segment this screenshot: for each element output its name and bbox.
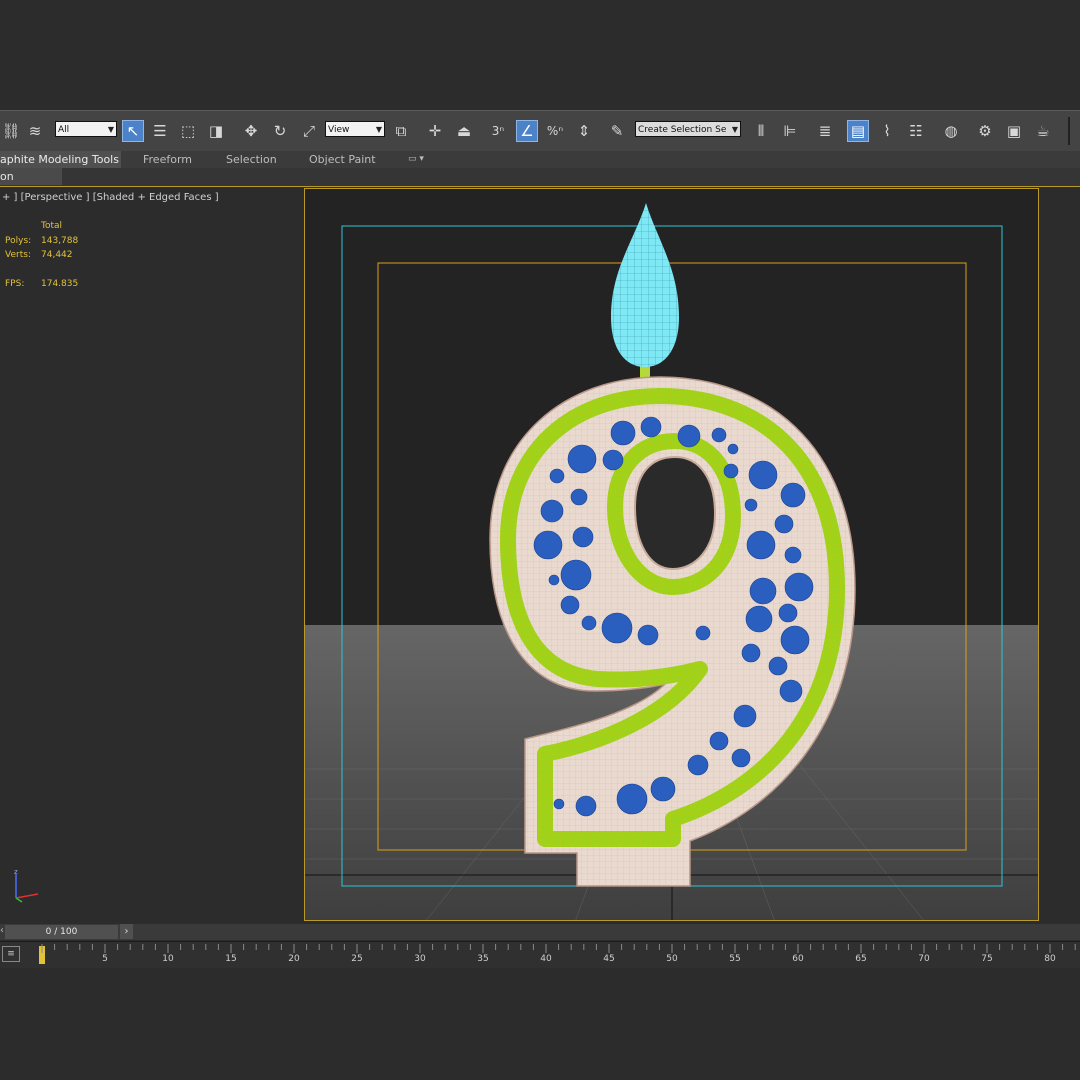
select-object-icon[interactable]: ↖ — [122, 120, 144, 142]
curve-editor-icon[interactable]: ⌇ — [876, 120, 898, 142]
stats-fps-label: FPS: — [5, 279, 25, 289]
select-scale-icon[interactable]: ⤢ — [298, 120, 320, 142]
render-setup-icon[interactable]: ⚙ — [974, 120, 996, 142]
render-production-icon[interactable]: ☕ — [1032, 120, 1054, 142]
chevron-right-icon[interactable]: › — [120, 924, 133, 939]
time-slider-track[interactable]: ‹ › — [0, 924, 1080, 940]
scene-explorer-icon[interactable]: ▤ — [847, 120, 869, 142]
layer-manager-icon[interactable]: ≣ — [814, 120, 836, 142]
stats-verts-value: 74,442 — [41, 250, 73, 260]
select-by-name-icon[interactable]: ☰ — [149, 120, 171, 142]
track-bar-label: 20 — [288, 954, 300, 964]
ribbon-subpanel-row — [0, 168, 1080, 187]
candle-nine-hole — [633, 455, 717, 571]
reference-coordinate-dropdown[interactable]: View ▼ — [325, 121, 385, 137]
axis-tripod-icon: z — [14, 868, 39, 903]
schematic-view-icon[interactable]: ☷ — [905, 120, 927, 142]
track-bar-label: 65 — [855, 954, 867, 964]
tab-graphite-modeling-tools[interactable]: aphite Modeling Tools — [0, 151, 121, 168]
tab-freeform[interactable]: Freeform — [143, 151, 192, 168]
track-bar-label: 25 — [351, 954, 363, 964]
polygon-modeling-button[interactable]: on Modeling — [0, 168, 62, 200]
pivot-center-icon[interactable]: ⧉ — [390, 120, 412, 142]
track-bar-label: 55 — [729, 954, 741, 964]
toolbar-divider — [1068, 117, 1070, 145]
tab-selection[interactable]: Selection — [226, 151, 277, 168]
track-bar-label: 80 — [1044, 954, 1056, 964]
edit-named-selection-icon[interactable]: ✎ — [606, 120, 628, 142]
percent-snap-label: % — [546, 124, 559, 138]
rectangular-selection-icon[interactable]: ⬚ — [177, 120, 199, 142]
tab-object-paint[interactable]: Object Paint — [309, 151, 376, 168]
ribbon-tab-bar: aphite Modeling Tools Freeform Selection… — [0, 151, 1080, 168]
select-manipulate-icon[interactable]: ✛ — [424, 120, 446, 142]
chevron-down-icon: ▼ — [375, 125, 382, 134]
track-bar-ticks — [41, 944, 1076, 953]
stats-total-label: Total — [41, 221, 63, 231]
select-move-icon[interactable]: ✥ — [240, 120, 262, 142]
chevron-left-icon[interactable]: ‹ — [0, 925, 4, 936]
spinner-snap-icon[interactable]: ⇕ — [573, 120, 595, 142]
stats-verts-label: Verts: — [5, 250, 31, 260]
bind-space-warp-icon[interactable]: ≋ — [24, 120, 46, 142]
track-bar-label: 10 — [162, 954, 174, 964]
track-bar-label: 45 — [603, 954, 615, 964]
ribbon-options-icon[interactable]: ▭ ▾ — [408, 151, 424, 168]
track-bar[interactable]: ≡ 5 10 15 20 25 30 35 40 45 50 55 60 65 70 75 80 — [0, 941, 1080, 968]
time-slider-thumb[interactable]: 0 / 100 — [5, 925, 118, 939]
selection-filter-dropdown[interactable]: All ▼ — [55, 121, 117, 137]
track-bar-label: 75 — [981, 954, 993, 964]
track-bar-label: 35 — [477, 954, 489, 964]
select-rotate-icon[interactable]: ↻ — [269, 120, 291, 142]
stats-polys-value: 143,788 — [41, 236, 79, 246]
named-selection-set-value: Create Selection Se — [638, 125, 727, 135]
angle-snap-icon[interactable]: ∠ — [516, 120, 538, 142]
viewport-label[interactable]: + ] [Perspective ] [Shaded + Edged Faces… — [2, 192, 219, 203]
track-bar-label: 50 — [666, 954, 678, 964]
axis-z-label: z — [14, 868, 18, 876]
material-editor-icon[interactable]: ◍ — [940, 120, 962, 142]
reference-coordinate-value: View — [328, 125, 350, 135]
track-bar-label: 40 — [540, 954, 552, 964]
track-bar-label: 60 — [792, 954, 804, 964]
mirror-icon[interactable]: ⫴ — [750, 120, 772, 142]
chevron-down-icon: ▼ — [731, 125, 738, 134]
track-bar-label: 70 — [918, 954, 930, 964]
stats-polys-label: Polys: — [5, 236, 32, 246]
percent-snap-icon[interactable]: % ⁿ — [544, 120, 566, 142]
window-crossing-icon[interactable]: ◨ — [205, 120, 227, 142]
render-region[interactable] — [304, 188, 1039, 921]
snaps-toggle-label: 3 — [491, 124, 500, 138]
track-bar-label: 15 — [225, 954, 237, 964]
selection-filter-value: All — [58, 125, 70, 135]
chevron-down-icon: ▼ — [107, 125, 114, 134]
link-icon[interactable]: ⛓ — [0, 120, 22, 142]
perspective-scene — [305, 189, 1038, 920]
named-selection-set-dropdown[interactable]: Create Selection Se ▼ — [635, 121, 741, 137]
track-bar-label: 5 — [102, 954, 108, 964]
align-icon[interactable]: ⊫ — [779, 120, 801, 142]
rendered-frame-window-icon[interactable]: ▣ — [1003, 120, 1025, 142]
stats-fps-value: 174.835 — [41, 279, 79, 289]
keyboard-shortcut-override-icon[interactable]: ⏏ — [453, 120, 475, 142]
snaps-toggle-icon[interactable]: 3ⁿ — [487, 120, 509, 142]
track-bar-label: 30 — [414, 954, 426, 964]
main-toolbar: ⛓ ≋ All ▼ ↖ ☰ ⬚ ◨ ✥ ↻ ⤢ View ▼ ⧉ ✛ ⏏ 3ⁿ … — [0, 110, 1080, 152]
